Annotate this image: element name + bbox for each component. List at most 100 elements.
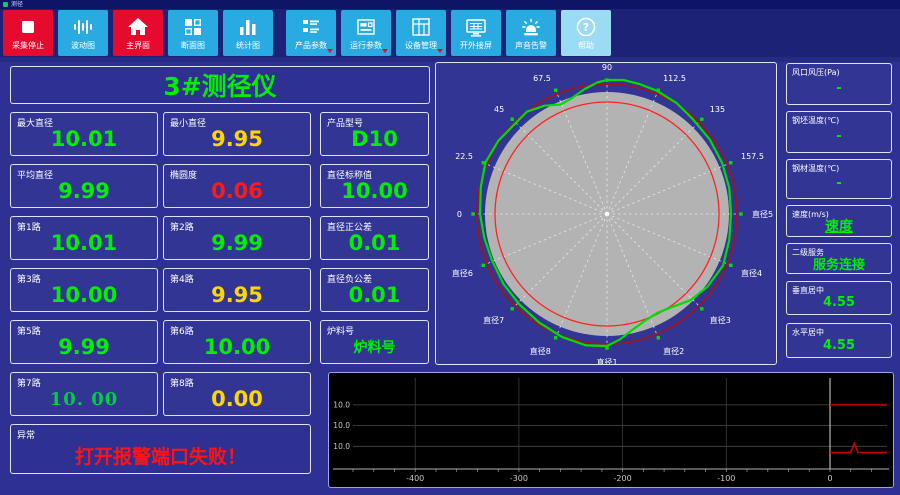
trend-series-lower-trace: [830, 441, 887, 454]
dropdown-caret-icon: [382, 49, 388, 53]
field-value: 0.01: [348, 283, 401, 307]
field-value: 9.99: [58, 335, 110, 359]
measurement-field: 第1路 10.01: [10, 216, 158, 260]
polar-axis-label: 直径4: [741, 268, 762, 278]
measurement-field: 平均直径 9.99: [10, 164, 158, 208]
polar-axis-label: 157.5: [741, 152, 764, 161]
measurement-field: 第6路 10.00: [163, 320, 311, 364]
spoke-marker: [510, 307, 514, 311]
field-value: 10.00: [50, 283, 118, 307]
statistics-chart-button[interactable]: 统计图: [223, 10, 273, 56]
measurement-field: 第3路 10.00: [10, 268, 158, 312]
side-field-4: 二级服务 服务连接: [786, 243, 892, 274]
help-button[interactable]: ? 帮助: [561, 10, 611, 56]
cross-section-chart: 0 22.5 45 67.5 90 112.5 135 157.5 直径5 直径4 直径3 直径2 直径…: [452, 63, 773, 364]
field-value: 10.00: [203, 335, 271, 359]
field-value: 9.99: [58, 179, 110, 203]
toolbar-button-label: 主界面: [126, 41, 150, 50]
measurement-field: 最大直径 10.01: [10, 112, 158, 156]
spoke-marker: [656, 88, 660, 92]
toolbar-button-label: 产品参数: [295, 41, 327, 50]
toolbar-button-label: 断面图: [181, 41, 205, 50]
side-field-0: 风口风压(Pa) -: [786, 63, 892, 105]
spoke-marker: [554, 88, 558, 92]
side-field-value[interactable]: 速度: [787, 216, 891, 235]
side-field-value: -: [836, 176, 842, 191]
measurement-field: 炉料号 炉料号: [320, 320, 429, 364]
polar-center-dot: [605, 212, 609, 216]
polar-axis-label: 直径8: [530, 346, 551, 356]
cross-section-panel: 0 22.5 45 67.5 90 112.5 135 157.5 直径5 直径4 直径3 直径2 直径…: [435, 62, 777, 365]
collect-stop-button[interactable]: 采集停止: [3, 10, 53, 56]
spoke-marker: [605, 78, 609, 82]
toolbar-button-label: 波动图: [71, 41, 95, 50]
polar-axis-label: 直径7: [483, 315, 504, 325]
field-value: 9.95: [211, 283, 263, 307]
side-field-6: 水平居中 4.55: [786, 323, 892, 358]
measurement-field: 直径正公差 0.01: [320, 216, 429, 260]
field-value: 9.95: [211, 127, 263, 151]
device-manage-button[interactable]: 设备管理: [396, 10, 446, 56]
toolbar: 采集停止 波动图 主界面 断面图 统计图 产品参数 运行参数 设备管理 开外接屏 声音告警? 帮助: [0, 9, 900, 57]
field-value: 0.06: [211, 179, 263, 203]
trend-x-label: 0: [827, 474, 832, 483]
help-icon: ?: [575, 15, 597, 39]
field-value: 10.00: [341, 179, 408, 203]
section-view-button[interactable]: 断面图: [168, 10, 218, 56]
field-value: 0.01: [348, 231, 401, 255]
svg-text:?: ?: [583, 21, 589, 34]
side-field-value: -: [836, 129, 842, 144]
field-value: 炉料号: [353, 340, 396, 356]
spoke-marker: [700, 117, 704, 121]
polar-axis-label: 90: [602, 63, 612, 72]
side-field-3: 速度(m/s) 速度: [786, 205, 892, 237]
field-value: 9.99: [211, 231, 263, 255]
spoke-marker: [510, 117, 514, 121]
exception-message: 打开报警端口失败！: [74, 445, 246, 468]
product-params-button[interactable]: 产品参数: [286, 10, 336, 56]
measurement-field: 第5路 9.99: [10, 320, 158, 364]
spoke-marker: [481, 263, 485, 267]
measurement-field: 第2路 9.99: [163, 216, 311, 260]
gauge-title: 3#测径仪: [163, 72, 277, 101]
toolbar-button-label: 运行参数: [350, 41, 382, 50]
window-title: 测径: [11, 0, 24, 8]
measurement-field: 椭圆度 0.06: [163, 164, 311, 208]
spoke-marker: [471, 212, 475, 216]
field-value: 10.01: [50, 231, 118, 255]
app-window: { "window": { "title": "测径" }, "toolbar"…: [0, 0, 900, 495]
app-icon: [3, 2, 8, 7]
spoke-marker: [700, 307, 704, 311]
trend-x-label: -100: [717, 474, 735, 483]
toolbar-button-label: 帮助: [578, 41, 594, 50]
side-field-value: 服务连接: [812, 257, 865, 273]
spoke-marker: [554, 336, 558, 340]
siren-icon: [520, 15, 542, 39]
exception-box: 异常 打开报警端口失败！: [10, 424, 311, 474]
run-params-button[interactable]: 运行参数: [341, 10, 391, 56]
side-field-2: 钢材温度(℃) -: [786, 159, 892, 199]
dropdown-caret-icon: [437, 49, 443, 53]
trend-chart: 10.0 10.0 10.0 -400 -300 -200 -100 0: [333, 378, 889, 483]
polar-axis-label: 直径5: [752, 209, 773, 219]
toolbar-button-label: 设备管理: [405, 41, 437, 50]
window-titlebar: 测径: [0, 0, 900, 9]
field-value: D10: [351, 127, 398, 151]
measurement-field: 最小直径 9.95: [163, 112, 311, 156]
sound-alarm-button[interactable]: 声音告警: [506, 10, 556, 56]
field-value: 10. 00: [49, 388, 119, 410]
measurement-field: 第4路 9.95: [163, 268, 311, 312]
external-screen-button[interactable]: 开外接屏: [451, 10, 501, 56]
waveform-icon: [72, 15, 94, 39]
measurement-field: 直径标称值 10.00: [320, 164, 429, 208]
wave-chart-button[interactable]: 波动图: [58, 10, 108, 56]
product-params-icon: [300, 15, 322, 39]
main-view-button[interactable]: 主界面: [113, 10, 163, 56]
measurement-field: 产品型号 D10: [320, 112, 429, 156]
polar-axis-label: 112.5: [663, 74, 686, 83]
side-field-value: -: [836, 81, 842, 96]
spoke-marker: [729, 161, 733, 165]
field-value: 10.01: [50, 127, 118, 151]
polar-axis-label: 直径6: [452, 268, 473, 278]
polar-axis-label: 45: [494, 105, 504, 114]
